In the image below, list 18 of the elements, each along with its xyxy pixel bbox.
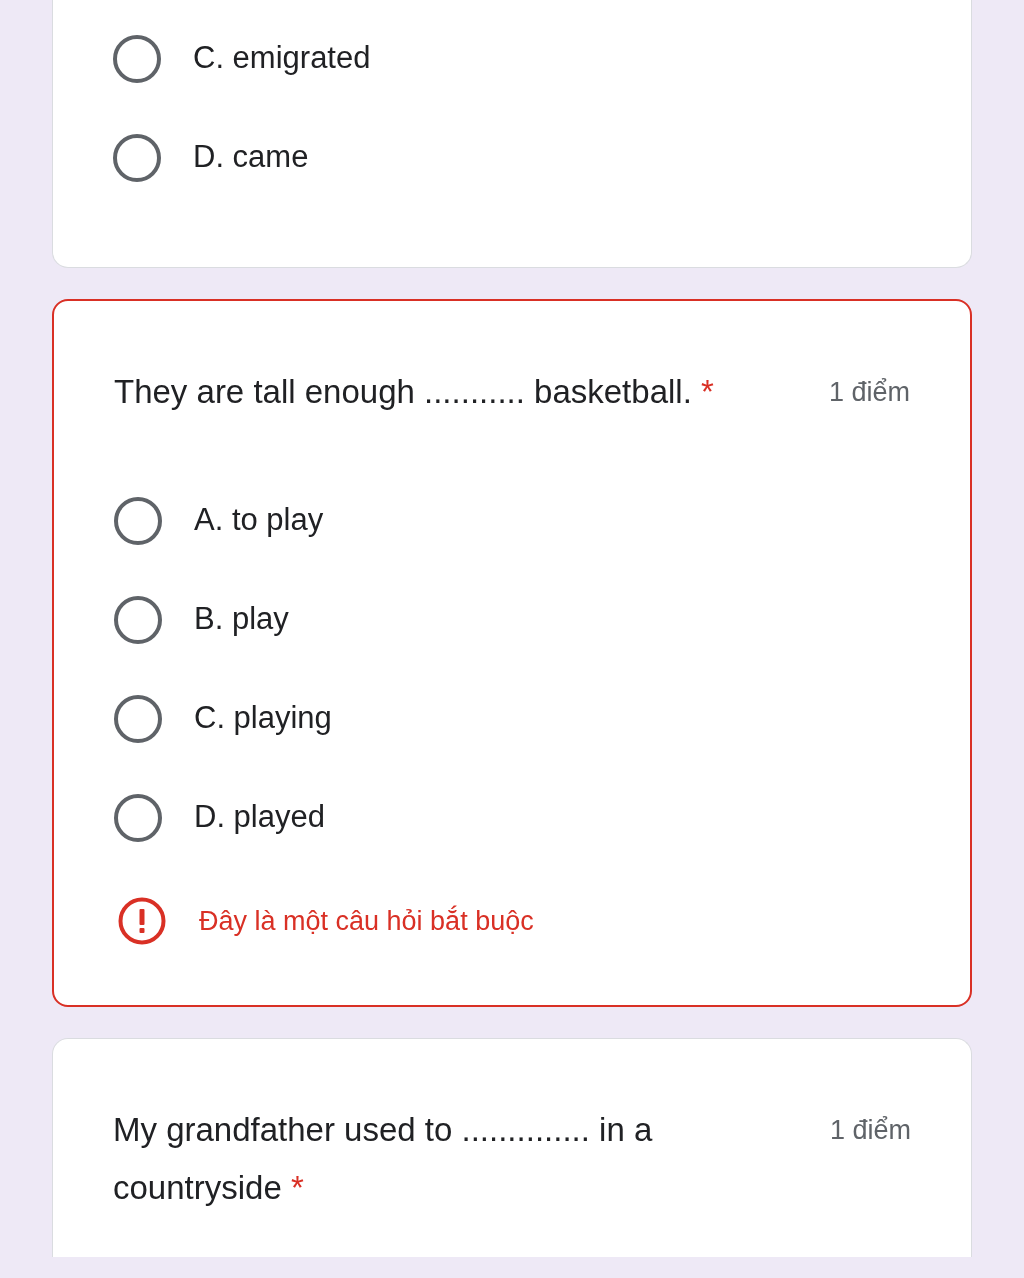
points-label: 1 điểm	[828, 1114, 911, 1147]
radio-button[interactable]	[114, 496, 162, 545]
option-label[interactable]: A. to play	[194, 497, 324, 544]
points-label: 1 điểm	[827, 376, 910, 409]
option-label[interactable]: C. playing	[194, 695, 332, 742]
option-label[interactable]: B. play	[194, 596, 289, 643]
question-title: My grandfather used to .............. in a countryside *	[113, 1110, 654, 1208]
radio-button[interactable]	[114, 694, 162, 743]
radio-button[interactable]	[113, 133, 161, 182]
option-label[interactable]: D. played	[194, 794, 325, 841]
radio-button[interactable]	[114, 793, 162, 842]
radio-button[interactable]	[113, 34, 161, 83]
error-icon	[118, 897, 166, 945]
error-message: Đây là một câu hỏi bắt buộc	[199, 904, 534, 938]
option-label[interactable]: D. came	[193, 134, 309, 181]
question-title: They are tall enough ........... basketball. *	[114, 372, 715, 412]
option-label[interactable]: C. emigrated	[193, 35, 371, 82]
radio-button[interactable]	[114, 595, 162, 644]
